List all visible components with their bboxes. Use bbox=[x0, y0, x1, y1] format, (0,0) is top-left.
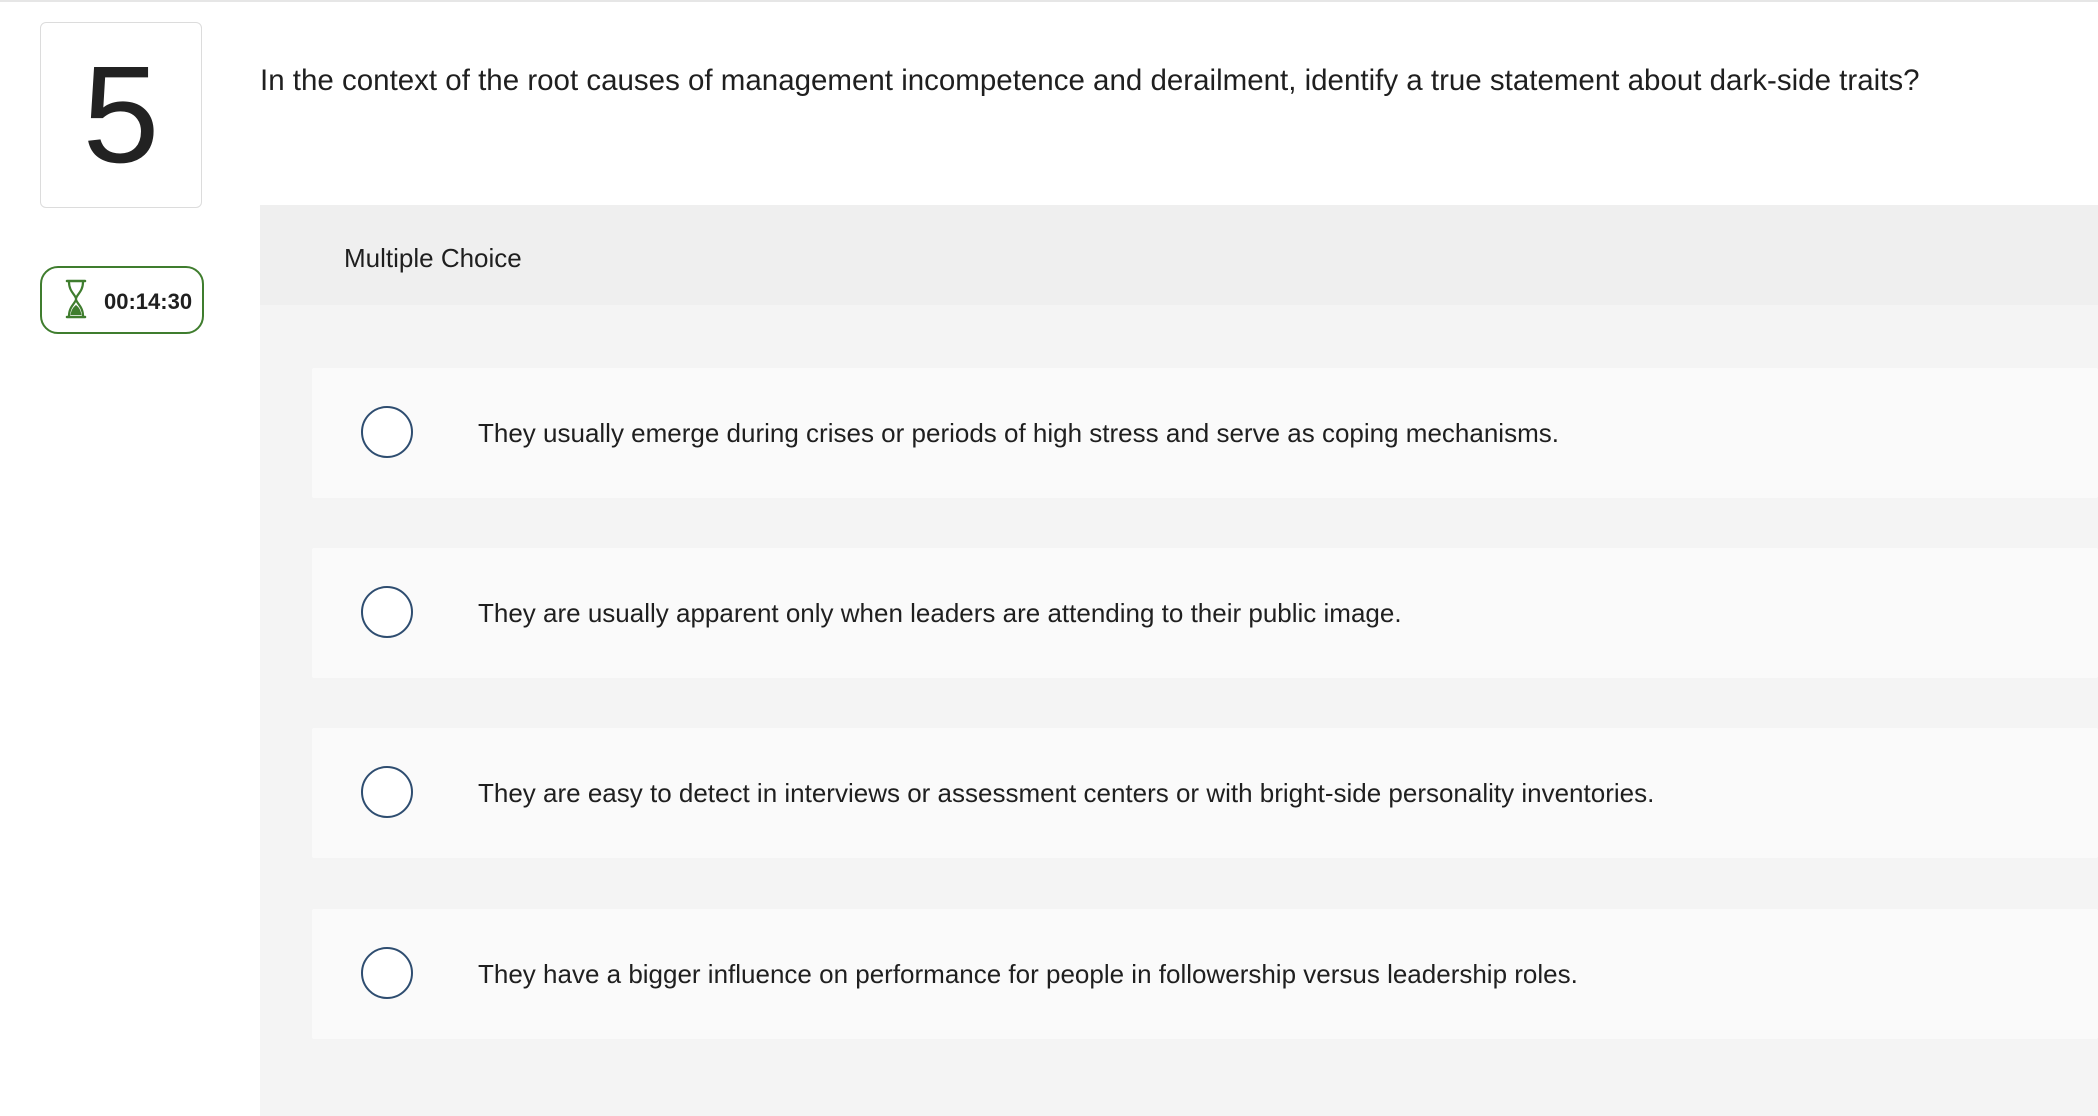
answer-option-text[interactable]: They are easy to detect in interviews or… bbox=[478, 776, 1654, 810]
answer-option-text[interactable]: They are usually apparent only when lead… bbox=[478, 596, 1402, 630]
hourglass-icon bbox=[65, 279, 87, 319]
radio-button[interactable] bbox=[361, 586, 413, 638]
answer-option-text[interactable]: They have a bigger influence on performa… bbox=[478, 957, 1578, 991]
question-text: In the context of the root causes of man… bbox=[260, 64, 1920, 97]
answer-panel: Multiple Choice They usually emerge duri… bbox=[260, 205, 2098, 1116]
question-number: 5 bbox=[82, 38, 160, 192]
question-number-box: 5 bbox=[40, 22, 202, 208]
radio-button[interactable] bbox=[361, 947, 413, 999]
timer-badge: 00:14:30 bbox=[40, 266, 204, 334]
radio-button[interactable] bbox=[361, 406, 413, 458]
question-type-label: Multiple Choice bbox=[344, 243, 522, 273]
radio-button[interactable] bbox=[361, 766, 413, 818]
answer-panel-header: Multiple Choice bbox=[260, 205, 2098, 305]
top-divider bbox=[0, 0, 2098, 2]
answer-option[interactable]: They are easy to detect in interviews or… bbox=[312, 728, 2098, 858]
answer-option[interactable]: They are usually apparent only when lead… bbox=[312, 548, 2098, 678]
answer-option[interactable]: They have a bigger influence on performa… bbox=[312, 909, 2098, 1039]
answer-option-text[interactable]: They usually emerge during crises or per… bbox=[478, 416, 1559, 450]
timer-value: 00:14:30 bbox=[104, 289, 193, 314]
answer-option[interactable]: They usually emerge during crises or per… bbox=[312, 368, 2098, 498]
